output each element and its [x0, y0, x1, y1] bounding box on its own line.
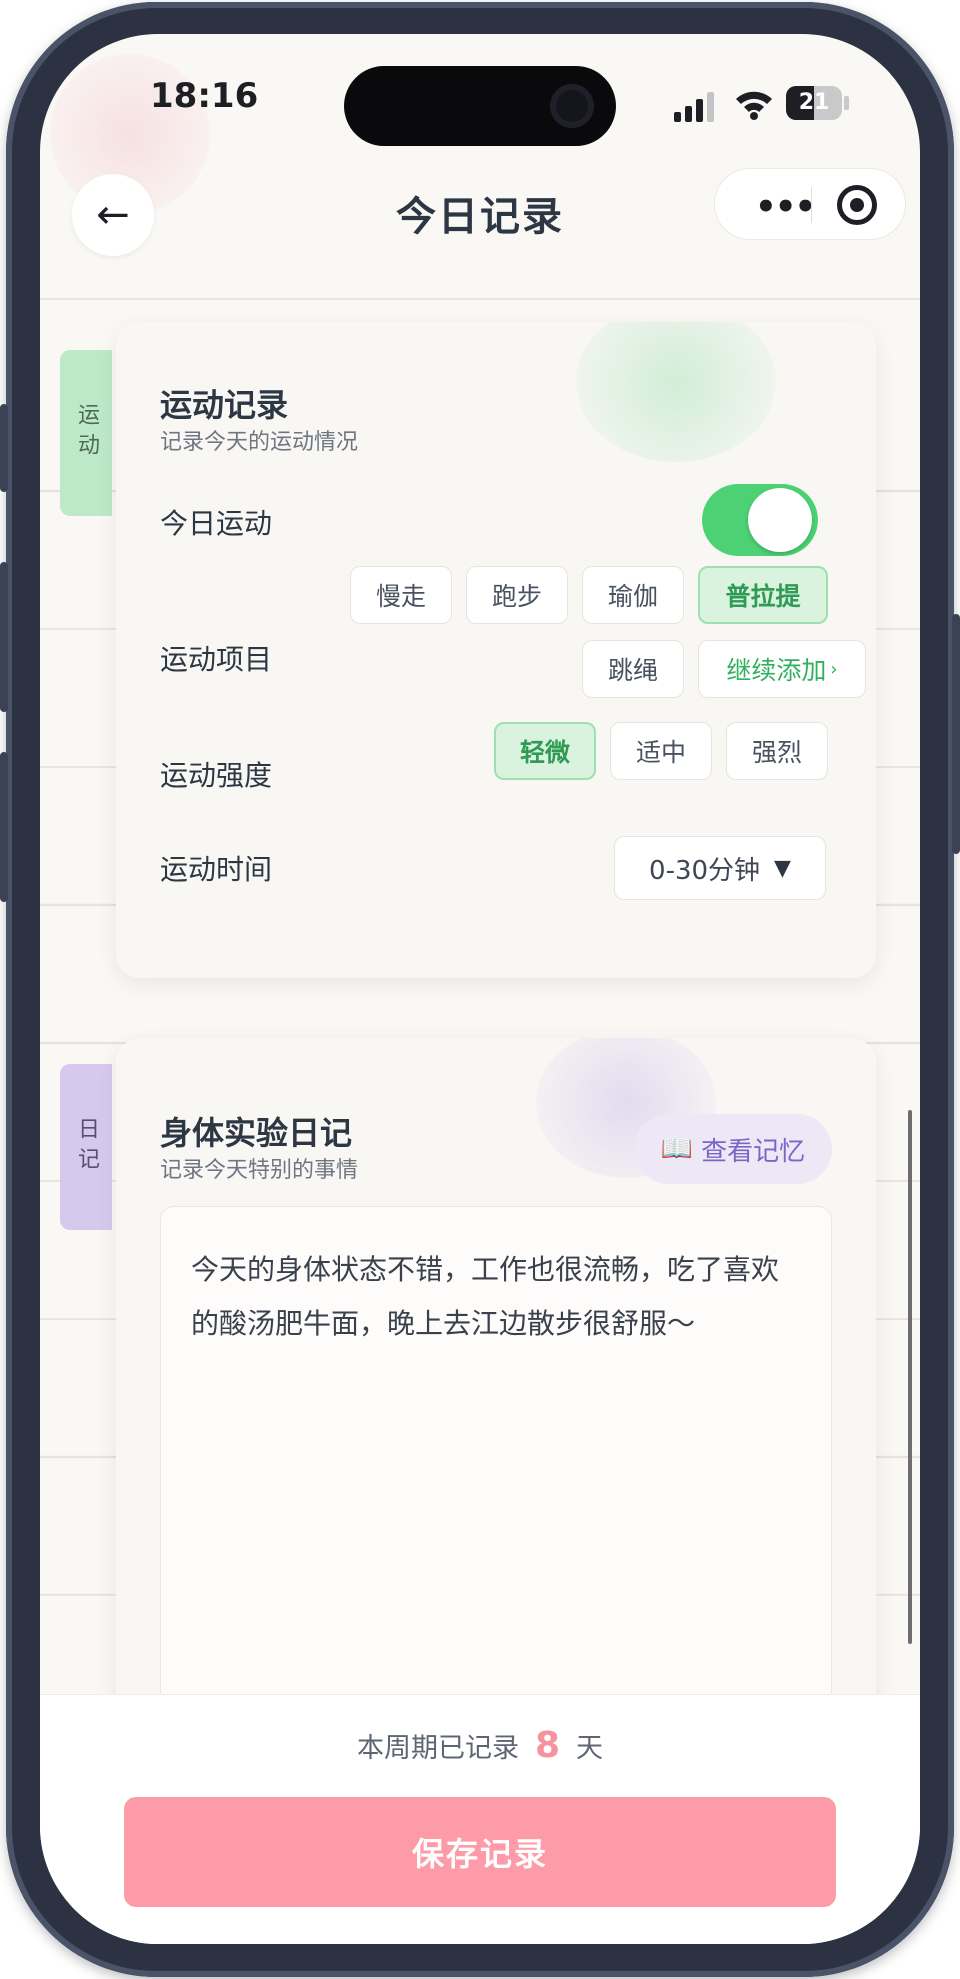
header-divider	[40, 298, 920, 300]
duration-label: 运动时间	[160, 853, 273, 886]
battery-icon: 21	[786, 86, 842, 120]
dropdown-caret-icon: ▼	[774, 855, 791, 881]
intensity-chip-intense[interactable]: 强烈	[726, 722, 828, 780]
capsule-divider	[811, 187, 812, 223]
exercise-chip-jump-rope[interactable]: 跳绳	[582, 640, 684, 698]
back-button[interactable]: ←	[72, 174, 154, 256]
week-record-count: 8	[534, 1725, 561, 1766]
app-screen: 18:16 21 ← 今日记录 ••• 运动 运动记录 记录今天的运动情况 今日…	[40, 34, 920, 1944]
scrollbar[interactable]	[908, 1110, 912, 1644]
power-button	[952, 614, 960, 854]
diary-tab: 日记	[60, 1064, 112, 1230]
action-button	[0, 404, 8, 492]
bottom-bar: 本周期已记录 8 天 保存记录	[40, 1694, 920, 1944]
view-memory-button[interactable]: 📖 查看记忆	[634, 1114, 832, 1184]
exercise-card: 运动记录 记录今天的运动情况 今日运动 运动项目 慢走 跑步 瑜伽 普拉提 跳绳…	[116, 322, 876, 978]
exercise-chip-run[interactable]: 跑步	[466, 566, 568, 624]
volume-up-button	[0, 562, 8, 712]
week-record-suffix: 天	[576, 1733, 604, 1764]
diary-card-title: 身体实验日记	[160, 1114, 353, 1152]
front-camera	[550, 84, 594, 128]
chevron-right-icon: ›	[830, 658, 838, 680]
view-memory-label: 查看记忆	[701, 1136, 806, 1167]
cellular-signal-icon	[674, 92, 714, 122]
toggle-knob	[748, 488, 812, 552]
exercise-tab: 运动	[60, 350, 112, 516]
intensity-label: 运动强度	[160, 759, 273, 792]
week-record-prefix: 本周期已记录	[356, 1733, 519, 1764]
diary-card-subtitle: 记录今天特别的事情	[160, 1158, 359, 1183]
week-record-summary: 本周期已记录 8 天	[40, 1725, 920, 1766]
intensity-chip-moderate[interactable]: 适中	[610, 722, 712, 780]
today-exercise-label: 今日运动	[160, 507, 273, 540]
battery-percentage: 21	[798, 90, 830, 115]
page-title: 今日记录	[396, 194, 564, 240]
mini-program-capsule: •••	[714, 168, 906, 240]
intensity-chip-light[interactable]: 轻微	[494, 722, 596, 780]
duration-value: 0-30分钟	[649, 855, 761, 886]
more-options-icon[interactable]: •••	[755, 187, 816, 227]
book-icon: 📖	[660, 1134, 694, 1164]
exercise-card-subtitle: 记录今天的运动情况	[160, 430, 359, 455]
arrow-left-icon: ←	[96, 192, 130, 238]
today-exercise-toggle[interactable]	[702, 484, 818, 556]
exercise-chip-yoga[interactable]: 瑜伽	[582, 566, 684, 624]
exercise-chip-walk[interactable]: 慢走	[350, 566, 452, 624]
exercise-items-label: 运动项目	[160, 643, 273, 676]
duration-select[interactable]: 0-30分钟 ▼	[614, 836, 826, 900]
wifi-icon	[736, 91, 772, 120]
save-record-button[interactable]: 保存记录	[124, 1797, 836, 1907]
close-mini-program-icon[interactable]	[837, 185, 877, 225]
exercise-chip-pilates[interactable]: 普拉提	[698, 566, 828, 624]
add-exercise-button[interactable]: 继续添加 ›	[698, 640, 866, 698]
decorative-glow	[576, 322, 776, 462]
battery-tip	[844, 96, 849, 110]
status-time: 18:16	[150, 76, 259, 116]
add-exercise-label: 继续添加	[726, 656, 827, 685]
exercise-card-title: 运动记录	[160, 386, 289, 424]
volume-down-button	[0, 752, 8, 902]
